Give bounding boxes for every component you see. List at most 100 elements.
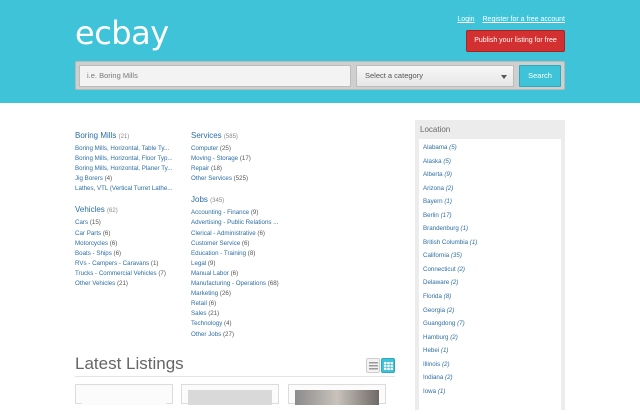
location-item[interactable]: Hamburg (2) [419,331,561,345]
location-item[interactable]: Alaska (5) [419,155,561,169]
site-logo[interactable]: ecbay [75,14,169,52]
listing-card[interactable] [181,384,279,405]
location-item[interactable]: Alabama (5) [419,141,561,155]
location-item[interactable]: Florida (8) [419,290,561,304]
listing-thumbnail [82,390,166,405]
subcategory-count: (21) [208,310,220,318]
location-item[interactable]: Guangdong (7) [419,317,561,331]
location-item[interactable]: Georgia (2) [419,304,561,318]
location-item[interactable]: Hebei (1) [419,344,561,358]
subcategory-link[interactable]: Retail (6) [191,299,303,309]
subcategory-link[interactable]: Computer (25) [191,144,303,154]
location-name: Berlin [423,211,439,219]
subcategory-link[interactable]: Moving - Storage (17) [191,154,303,164]
location-item[interactable]: Indiana (2) [419,371,561,385]
grid-view-button[interactable] [381,358,395,373]
subcategory-link[interactable]: Manual Labor (6) [191,269,303,279]
location-item[interactable]: Delaware (2) [419,276,561,290]
subcategory-link[interactable]: Lathes, VTL (Vertical Turret Lathe... [75,184,187,194]
subcategory-link[interactable]: Legal (9) [191,259,303,269]
subcategory-link[interactable]: Clerical - Administrative (6) [191,229,303,239]
subcategory-link[interactable]: Accounting - Finance (9) [191,208,303,218]
subcategory-label: Repair [191,165,210,173]
subcategory-link[interactable]: Boats - Ships (6) [75,249,187,259]
subcategory-count: (68) [267,280,279,288]
location-name: Hebei [423,347,440,355]
subcategory-link[interactable]: Other Jobs (27) [191,330,303,340]
category-count: (345) [210,198,225,205]
location-count: (5) [443,157,451,165]
category-heading[interactable]: Jobs (345) [191,195,303,204]
subcategory-count: (1) [150,259,159,267]
location-item[interactable]: Brandenburg (1) [419,222,561,236]
location-count: (1) [440,347,449,355]
subcategory-label: Manufacturing - Operations [191,280,266,288]
list-view-icon [369,362,378,370]
publish-listing-button[interactable]: Publish your listing for free [466,30,565,52]
location-name: California [423,252,450,260]
subcategory-label: Sales [191,310,207,318]
category-count: (585) [223,134,238,140]
subcategory-link[interactable]: Other Services (525) [191,174,303,184]
subcategory-link[interactable]: Jig Borers (4) [75,174,187,184]
subcategory-count: (9) [250,209,259,217]
subcategory-label: Technology [191,320,223,328]
list-view-button[interactable] [366,358,380,373]
location-count: (17) [440,211,452,219]
location-item[interactable]: Iowa (1) [419,385,561,399]
location-item[interactable]: Bayern (1) [419,195,561,209]
subcategory-link[interactable]: Boring Mills, Horizontal, Planer Ty... [75,164,187,174]
subcategory-link[interactable]: Advertising - Public Relations ... [191,218,303,228]
location-item[interactable]: British Columbia (1) [419,236,561,250]
listing-card[interactable] [75,384,173,405]
category-heading[interactable]: Boring Mills (21) [75,131,187,140]
subcategory-link[interactable]: Education - Training (8) [191,249,303,259]
subcategory-label: Other Services [191,175,232,183]
location-count: (8) [443,293,452,301]
subcategory-count: (9) [207,259,216,267]
search-input[interactable]: i.e. Boring Mills [79,65,351,87]
search-button[interactable]: Search [519,65,561,87]
subcategory-link[interactable]: Trucks - Commercial Vehicles (7) [75,269,187,279]
subcategory-link[interactable]: Car Parts (6) [75,229,187,239]
location-name: Hamburg [423,333,449,341]
register-link[interactable]: Register for a free account [483,16,566,23]
subcategory-count: (525) [233,175,249,183]
subcategory-label: Motorcycles [75,239,109,247]
subcategory-link[interactable]: Marketing (26) [191,289,303,299]
subcategory-link[interactable]: Sales (21) [191,309,303,319]
category-heading[interactable]: Vehicles (62) [75,205,187,214]
login-link[interactable]: Login [457,16,474,23]
location-item[interactable]: Illinois (2) [419,358,561,372]
subcategory-link[interactable]: Customer Service (6) [191,239,303,249]
subcategory-link[interactable]: Cars (15) [75,218,187,228]
location-name: Alberta [423,171,443,179]
location-item[interactable]: Alberta (9) [419,168,561,182]
subcategory-link[interactable]: Technology (4) [191,319,303,329]
category-heading[interactable]: Services (585) [191,131,303,140]
subcategory-link[interactable]: Manufacturing - Operations (68) [191,279,303,289]
divider [75,376,395,377]
location-item[interactable]: Arizona (2) [419,182,561,196]
location-item[interactable]: California (35) [419,249,561,263]
subcategory-count: (6) [230,269,239,277]
listing-thumbnail [295,390,379,405]
site-header: ecbay Login Register for a free account … [0,0,640,103]
location-item[interactable]: Connecticut (2) [419,263,561,277]
category-count: (21) [118,134,130,140]
subcategory-link[interactable]: Motorcycles (6) [75,239,187,249]
subcategory-count: (17) [239,155,251,163]
subcategory-link[interactable]: Other Vehicles (21) [75,279,187,289]
location-item[interactable]: Berlin (17) [419,209,561,223]
category-select[interactable]: Select a category [356,65,514,87]
category-heading-label: Services [191,131,222,140]
subcategory-list: Computer (25) Moving - Storage (17) Repair… [191,144,303,184]
listing-card[interactable] [288,384,386,405]
subcategory-link[interactable]: Boring Mills, Horizontal, Table Ty... [75,144,187,154]
subcategory-count: (15) [89,219,101,227]
subcategory-link[interactable]: RVs - Campers - Caravans (1) [75,259,187,269]
subcategory-link[interactable]: Boring Mills, Horizontal, Floor Typ... [75,154,187,164]
subcategory-label: Marketing [191,290,219,298]
subcategory-link[interactable]: Repair (18) [191,164,303,174]
view-toggle [366,358,395,373]
